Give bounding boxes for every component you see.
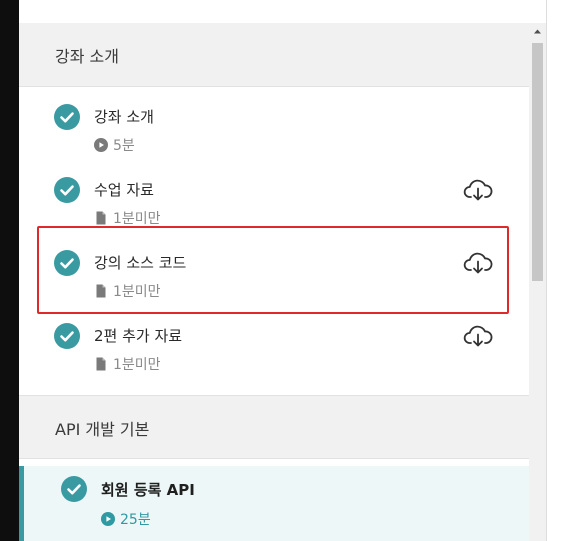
document-icon (94, 357, 108, 371)
lesson-item[interactable]: 2편 추가 자료 1분미만 (19, 306, 529, 378)
lesson-item[interactable]: 수업 자료 1분미만 (19, 160, 529, 232)
document-icon (94, 211, 108, 225)
section-title: 강좌 소개 (55, 47, 119, 66)
play-icon (94, 138, 108, 152)
highlight-annotation (37, 226, 509, 314)
lesson-item-active[interactable]: 회원 등록 API 25분 (19, 466, 529, 541)
scrollbar[interactable] (529, 23, 546, 541)
check-icon (61, 476, 87, 502)
section-title: API 개발 기본 (55, 420, 150, 439)
lesson-meta: 25분 (101, 509, 151, 529)
lesson-item[interactable]: 강좌 소개 5분 (19, 87, 529, 159)
lesson-title: 회원 등록 API (101, 481, 195, 499)
check-icon (54, 104, 80, 130)
lesson-title: 수업 자료 (94, 181, 154, 199)
right-panel-edge (546, 0, 572, 541)
lesson-duration: 25분 (120, 512, 151, 528)
cloud-download-icon[interactable] (463, 178, 493, 202)
lesson-title: 2편 추가 자료 (94, 327, 183, 345)
cloud-download-icon[interactable] (463, 324, 493, 348)
top-strip (19, 0, 529, 24)
lesson-duration: 1분미만 (113, 211, 161, 227)
lesson-title: 강좌 소개 (94, 108, 154, 126)
lesson-meta: 1분미만 (94, 208, 161, 228)
lesson-duration: 5분 (113, 138, 135, 154)
lesson-meta: 5분 (94, 135, 135, 155)
lesson-duration: 1분미만 (113, 357, 161, 373)
check-icon (54, 323, 80, 349)
scroll-up-arrow-icon[interactable] (529, 23, 546, 40)
check-icon (54, 177, 80, 203)
curriculum-panel: 강좌 소개 강좌 소개 5분 수업 자료 1분미만 강의 소스 코드 1분미만 … (19, 0, 529, 541)
play-icon (101, 512, 115, 526)
section-header-api-basics[interactable]: API 개발 기본 (19, 395, 529, 459)
scrollbar-thumb[interactable] (532, 43, 543, 281)
section-header-intro[interactable]: 강좌 소개 (19, 23, 529, 87)
lesson-meta: 1분미만 (94, 354, 161, 374)
left-dark-edge (0, 0, 19, 541)
